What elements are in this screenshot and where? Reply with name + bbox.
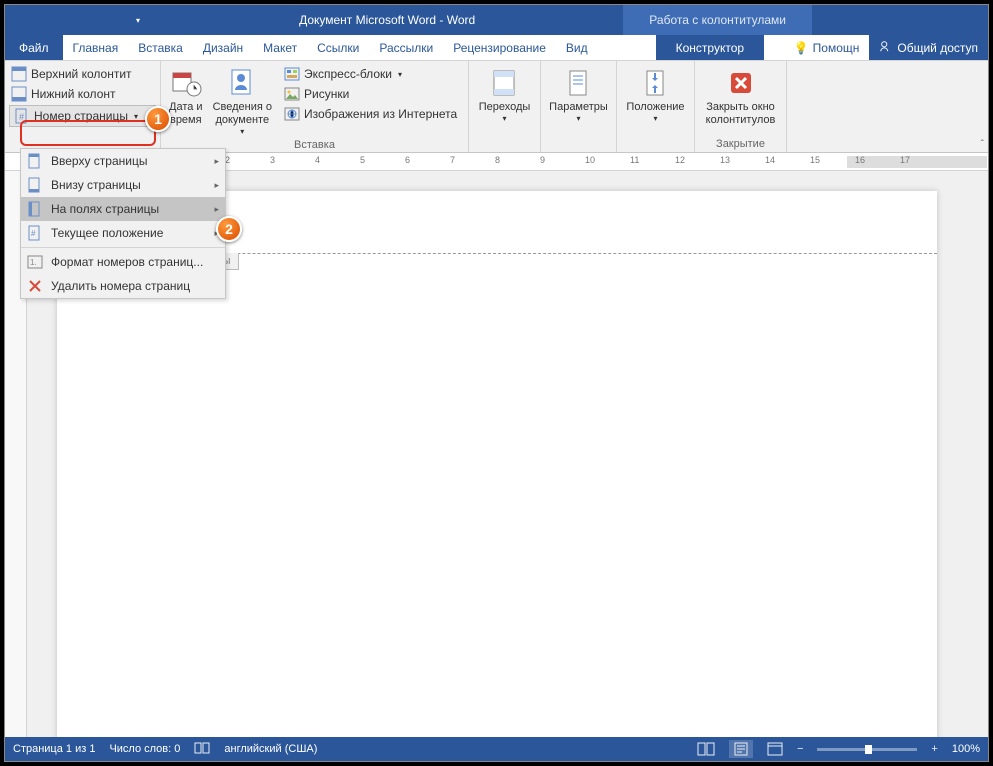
params-icon (562, 67, 594, 99)
position-icon (639, 67, 671, 99)
chevron-down-icon: ▾ (502, 114, 506, 124)
ribbon-options-button[interactable] (812, 5, 856, 35)
tab-references[interactable]: Ссылки (307, 35, 369, 60)
annotation-badge-2: 2 (216, 216, 242, 242)
undo-button[interactable] (41, 7, 69, 33)
goto-icon (488, 67, 520, 99)
status-bar: Страница 1 из 1 Число слов: 0 английский… (5, 737, 988, 761)
page-margins-icon (27, 201, 43, 217)
close-button[interactable] (944, 5, 988, 35)
tell-me[interactable]: 💡Помощн (784, 35, 870, 60)
current-pos-icon: # (27, 225, 43, 241)
quick-access-toolbar: ▾ (5, 7, 151, 33)
tab-designer-context[interactable]: Конструктор (656, 35, 764, 60)
footer-button[interactable]: Нижний колонт (9, 85, 156, 103)
remove-icon (27, 278, 43, 294)
online-picture-icon (284, 106, 300, 122)
save-button[interactable] (11, 7, 39, 33)
context-tools-label: Работа с колонтитулами (623, 5, 812, 35)
tab-layout[interactable]: Макет (253, 35, 307, 60)
zoom-slider[interactable] (817, 748, 917, 751)
chevron-down-icon: ▾ (136, 16, 140, 25)
lightbulb-icon: 💡 (794, 41, 809, 55)
status-language[interactable]: английский (США) (224, 743, 317, 755)
chevron-down-icon: ▾ (240, 127, 244, 137)
close-hf-icon (725, 67, 757, 99)
position-button[interactable]: Положение▾ (622, 65, 688, 126)
quick-parts-button[interactable]: Экспресс-блоки▾ (282, 65, 459, 83)
view-print[interactable] (729, 740, 753, 758)
menu-top-of-page[interactable]: Вверху страницы▸ (21, 149, 225, 173)
share-icon (879, 39, 893, 56)
redo-button[interactable] (71, 7, 99, 33)
tab-insert[interactable]: Вставка (128, 35, 193, 60)
maximize-button[interactable] (900, 5, 944, 35)
docinfo-icon (226, 67, 258, 99)
page-number-menu: Вверху страницы▸ Внизу страницы▸ На поля… (20, 148, 226, 299)
chevron-down-icon: ▾ (134, 112, 138, 121)
submenu-arrow-icon: ▸ (214, 204, 219, 215)
minimize-button[interactable] (856, 5, 900, 35)
footer-icon (11, 86, 27, 102)
submenu-arrow-icon: ▸ (214, 156, 219, 167)
view-read[interactable] (697, 742, 715, 756)
page-bottom-icon (27, 177, 43, 193)
svg-text:#: # (19, 112, 24, 122)
qat-customize[interactable]: ▾ (131, 7, 145, 33)
tab-home[interactable]: Главная (63, 35, 129, 60)
menu-page-margins[interactable]: На полях страницы▸ (21, 197, 225, 221)
header-button[interactable]: Верхний колонтит (9, 65, 156, 83)
chevron-down-icon: ▾ (653, 114, 657, 124)
pictures-button[interactable]: Рисунки (282, 85, 459, 103)
page-number-button[interactable]: #Номер страницы▾ (9, 105, 156, 127)
window-title: Документ Microsoft Word - Word (151, 13, 623, 27)
annotation-badge-1: 1 (145, 106, 171, 132)
quickparts-icon (284, 66, 300, 82)
calendar-icon (170, 67, 202, 99)
ribbon-tabs: Файл Главная Вставка Дизайн Макет Ссылки… (5, 35, 988, 61)
group-label-close: Закрытие (699, 138, 782, 152)
zoom-out[interactable]: − (797, 743, 803, 755)
status-spellcheck[interactable] (194, 742, 210, 757)
status-words[interactable]: Число слов: 0 (109, 743, 180, 755)
zoom-in[interactable]: + (931, 743, 937, 755)
book-icon (194, 742, 210, 757)
menu-format-page-numbers[interactable]: 1.Формат номеров страниц... (21, 250, 225, 274)
params-button[interactable]: Параметры▾ (545, 65, 612, 126)
goto-button[interactable]: Переходы▾ (475, 65, 535, 126)
collapse-ribbon-button[interactable]: ˆ (981, 139, 984, 150)
format-icon: 1. (27, 254, 43, 270)
tab-design[interactable]: Дизайн (193, 35, 253, 60)
tab-file[interactable]: Файл (5, 35, 63, 60)
tab-mailings[interactable]: Рассылки (369, 35, 443, 60)
chevron-down-icon: ▾ (576, 114, 580, 124)
doc-info-button[interactable]: Сведения одокументе▾ (209, 65, 276, 139)
menu-current-position[interactable]: #Текущее положение▸ (21, 221, 225, 245)
view-web[interactable] (767, 742, 783, 756)
picture-icon (284, 86, 300, 102)
status-page[interactable]: Страница 1 из 1 (13, 743, 95, 755)
tab-review[interactable]: Рецензирование (443, 35, 556, 60)
new-doc-button[interactable] (101, 7, 129, 33)
header-icon (11, 66, 27, 82)
svg-text:1.: 1. (30, 258, 37, 267)
title-bar: ▾ Документ Microsoft Word - Word Работа … (5, 5, 988, 35)
submenu-arrow-icon: ▸ (214, 180, 219, 191)
tab-view[interactable]: Вид (556, 35, 598, 60)
date-time-button[interactable]: Дата ивремя (165, 65, 207, 129)
page-number-icon: # (14, 108, 30, 124)
svg-text:#: # (31, 229, 36, 238)
menu-bottom-of-page[interactable]: Внизу страницы▸ (21, 173, 225, 197)
close-header-footer-button[interactable]: Закрыть окноколонтитулов (702, 65, 780, 129)
page-top-icon (27, 153, 43, 169)
online-pictures-button[interactable]: Изображения из Интернета (282, 105, 459, 123)
zoom-level[interactable]: 100% (952, 743, 980, 755)
chevron-down-icon: ▾ (398, 70, 402, 79)
share-button[interactable]: Общий доступ (869, 35, 988, 60)
menu-remove-page-numbers[interactable]: Удалить номера страниц (21, 274, 225, 298)
